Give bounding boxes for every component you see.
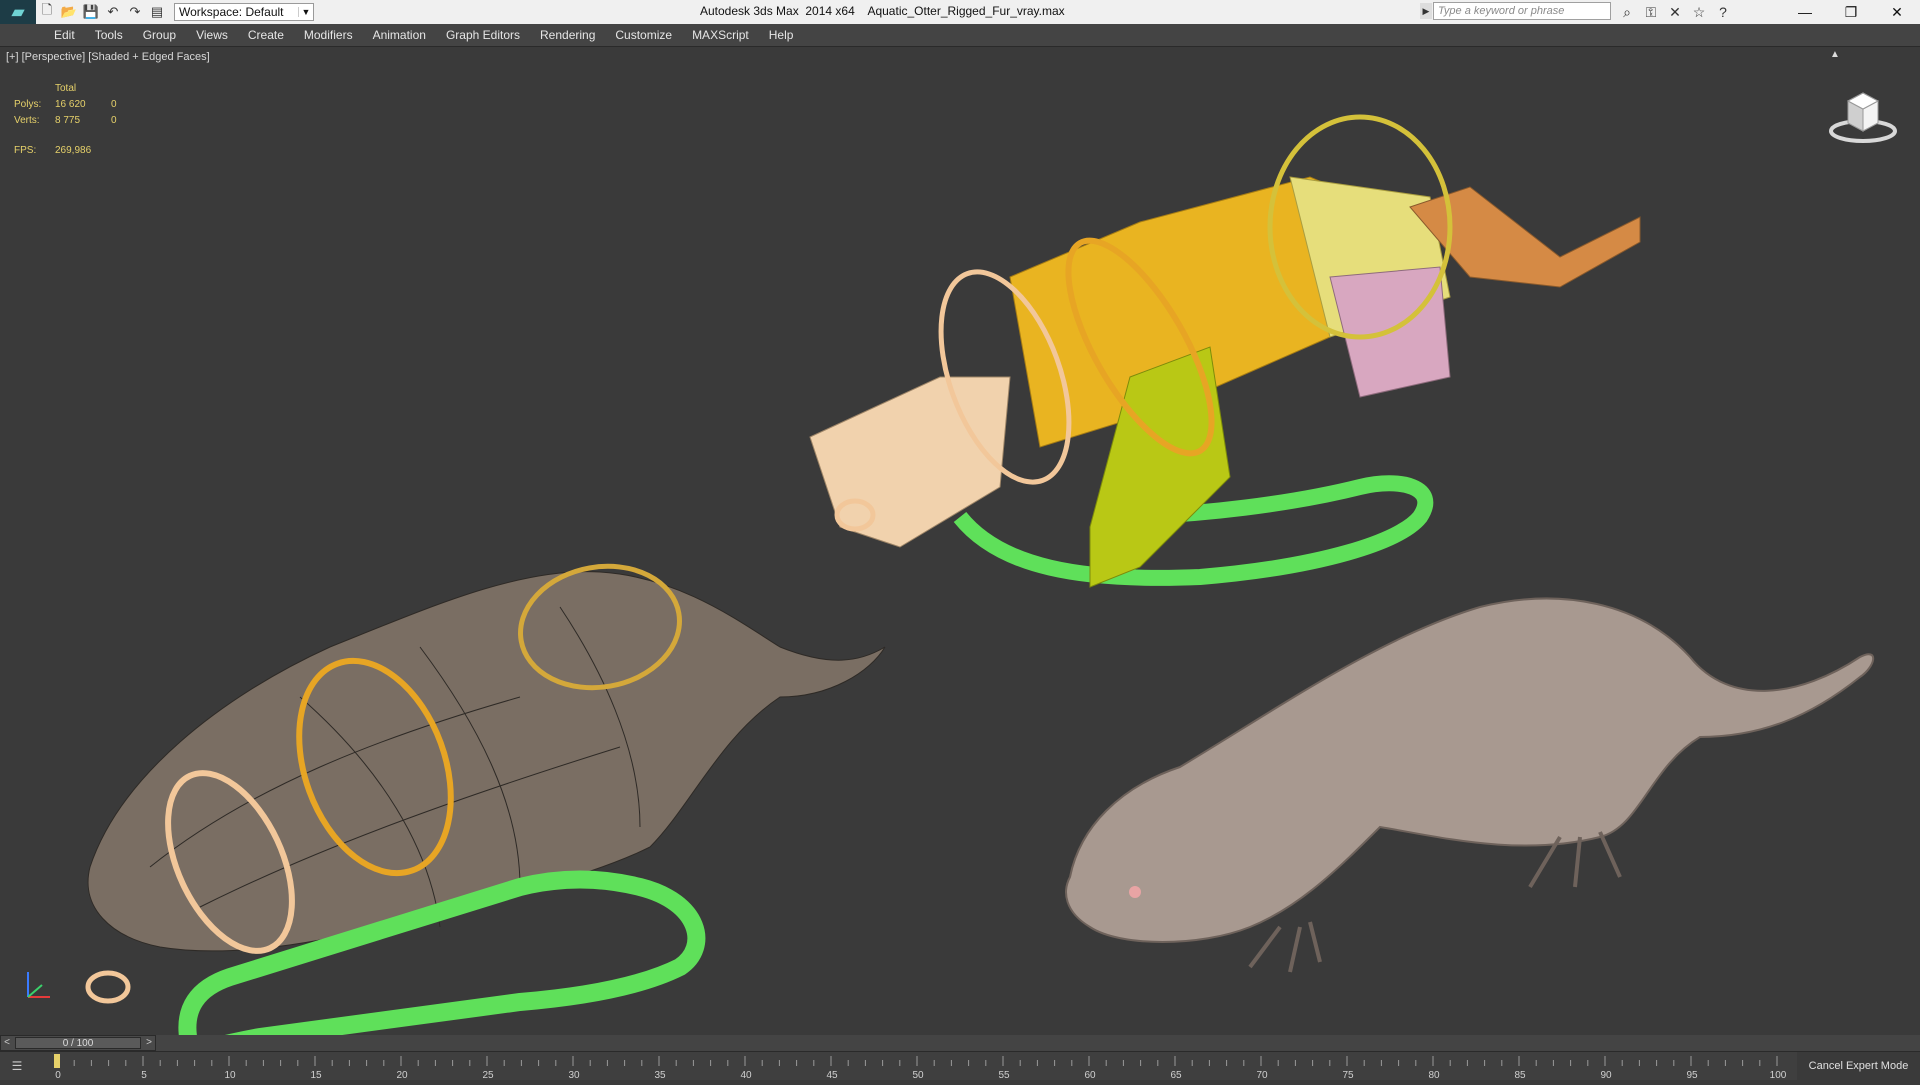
menu-bar: Edit Tools Group Views Create Modifiers Animat… [0,24,1920,47]
ruler-tick-label: 50 [912,1070,924,1080]
title-bar: ▰ 🗋 📂 💾 ↶ ↷ ▤ Workspace: Default ▼ Autod… [0,0,1920,25]
ruler-tick-label: 55 [998,1070,1010,1080]
otter-proxy-rig[interactable] [809,114,1641,588]
ruler-tick-label: 80 [1428,1070,1440,1080]
time-slider[interactable]: < 0 / 100 > [0,1035,156,1051]
track-bar[interactable]: 0 5 10 15 20 25 30 35 40 45 50 55 60 65 70 75 80 85 90 95 10… [0,1052,1920,1081]
redo-icon[interactable]: ↷ [124,1,146,23]
otter-wireframe-model[interactable] [85,554,886,1035]
ruler-tick-label: 65 [1170,1070,1182,1080]
ruler-tick-label: 85 [1514,1070,1526,1080]
ruler-tick-label: 60 [1084,1070,1096,1080]
next-frame-button[interactable]: > [143,1036,155,1050]
ruler-tick-label: 45 [826,1070,838,1080]
mini-curve-editor-icon[interactable]: ☰ [6,1059,28,1077]
ruler-tick-label: 25 [482,1070,494,1080]
ruler-tick-label: 100 [1770,1070,1787,1080]
menu-edit[interactable]: Edit [44,28,85,42]
menu-views[interactable]: Views [186,28,238,42]
ruler-tick-label: 90 [1600,1070,1612,1080]
time-slider-thumb[interactable]: 0 / 100 [15,1037,141,1049]
restore-button[interactable]: ❐ [1828,0,1874,24]
infocenter-search-input[interactable]: Type a keyword or phrase [1433,2,1611,20]
menu-modifiers[interactable]: Modifiers [294,28,363,42]
menu-help[interactable]: Help [759,28,804,42]
key-icon[interactable]: ⚿ [1639,2,1663,22]
track-ruler: 0 5 10 15 20 25 30 35 40 45 50 55 60 65 70 75 80 85 90 95 10… [54,1054,1787,1081]
ruler-tick-label: 10 [224,1070,236,1080]
ruler-tick-label: 20 [396,1070,408,1080]
menu-create[interactable]: Create [238,28,294,42]
cancel-expert-mode-button[interactable]: Cancel Expert Mode [1797,1052,1920,1080]
project-folder-icon[interactable]: ▤ [146,1,168,23]
search-expand-icon[interactable]: ▶ [1420,3,1432,19]
ruler-tick-label: 75 [1342,1070,1354,1080]
ruler-tick-label: 5 [141,1070,147,1080]
undo-icon[interactable]: ↶ [102,1,124,23]
ruler-tick-label: 35 [654,1070,666,1080]
frame-display: 0 / 100 [62,1038,94,1049]
otter-fur-render[interactable] [1065,597,1875,973]
menu-rendering[interactable]: Rendering [530,28,605,42]
new-file-icon[interactable]: 🗋 [36,1,58,23]
timeline-panel: < 0 / 100 > 0 5 10 15 20 25 30 35 40 45 50 55 60 65 70… [0,1035,1920,1081]
save-file-icon[interactable]: 💾 [80,1,102,23]
menu-graph-editors[interactable]: Graph Editors [436,28,530,42]
scene-canvas[interactable] [0,47,1920,1035]
perspective-viewport[interactable]: [+] [Perspective] [Shaded + Edged Faces]… [0,47,1920,1035]
workspace-dropdown[interactable]: Workspace: Default ▼ [174,3,314,21]
menu-maxscript[interactable]: MAXScript [682,28,759,42]
ruler-tick-label: 15 [310,1070,322,1080]
workspace-label: Workspace: Default [179,5,284,19]
open-file-icon[interactable]: 📂 [58,1,80,23]
exchange-icon[interactable]: ✕ [1663,2,1687,22]
binoculars-icon[interactable]: ⌕ [1615,2,1639,22]
window-title: Autodesk 3ds Max 2014 x64 Aquatic_Otter_… [700,4,1065,18]
menu-group[interactable]: Group [133,28,186,42]
axis-tripod-icon [27,972,50,998]
ruler-tick-label: 40 [740,1070,752,1080]
favorites-star-icon[interactable]: ☆ [1687,2,1711,22]
minimize-button[interactable]: — [1782,0,1828,24]
menu-tools[interactable]: Tools [85,28,133,42]
menu-customize[interactable]: Customize [605,28,682,42]
previous-frame-button[interactable]: < [1,1036,13,1050]
3dsmax-logo-icon: ▰ [11,4,25,21]
chevron-down-icon: ▼ [298,7,313,17]
ruler-tick-label: 30 [568,1070,580,1080]
close-button[interactable]: ✕ [1874,0,1920,24]
current-frame-marker[interactable] [54,1054,60,1068]
help-icon[interactable]: ? [1711,2,1735,22]
menu-animation[interactable]: Animation [363,28,436,42]
ruler-tick-label: 95 [1686,1070,1698,1080]
ruler-tick-label: 0 [55,1070,61,1080]
app-menu-button[interactable]: ▰ [0,0,36,24]
ruler-tick-label: 70 [1256,1070,1268,1080]
